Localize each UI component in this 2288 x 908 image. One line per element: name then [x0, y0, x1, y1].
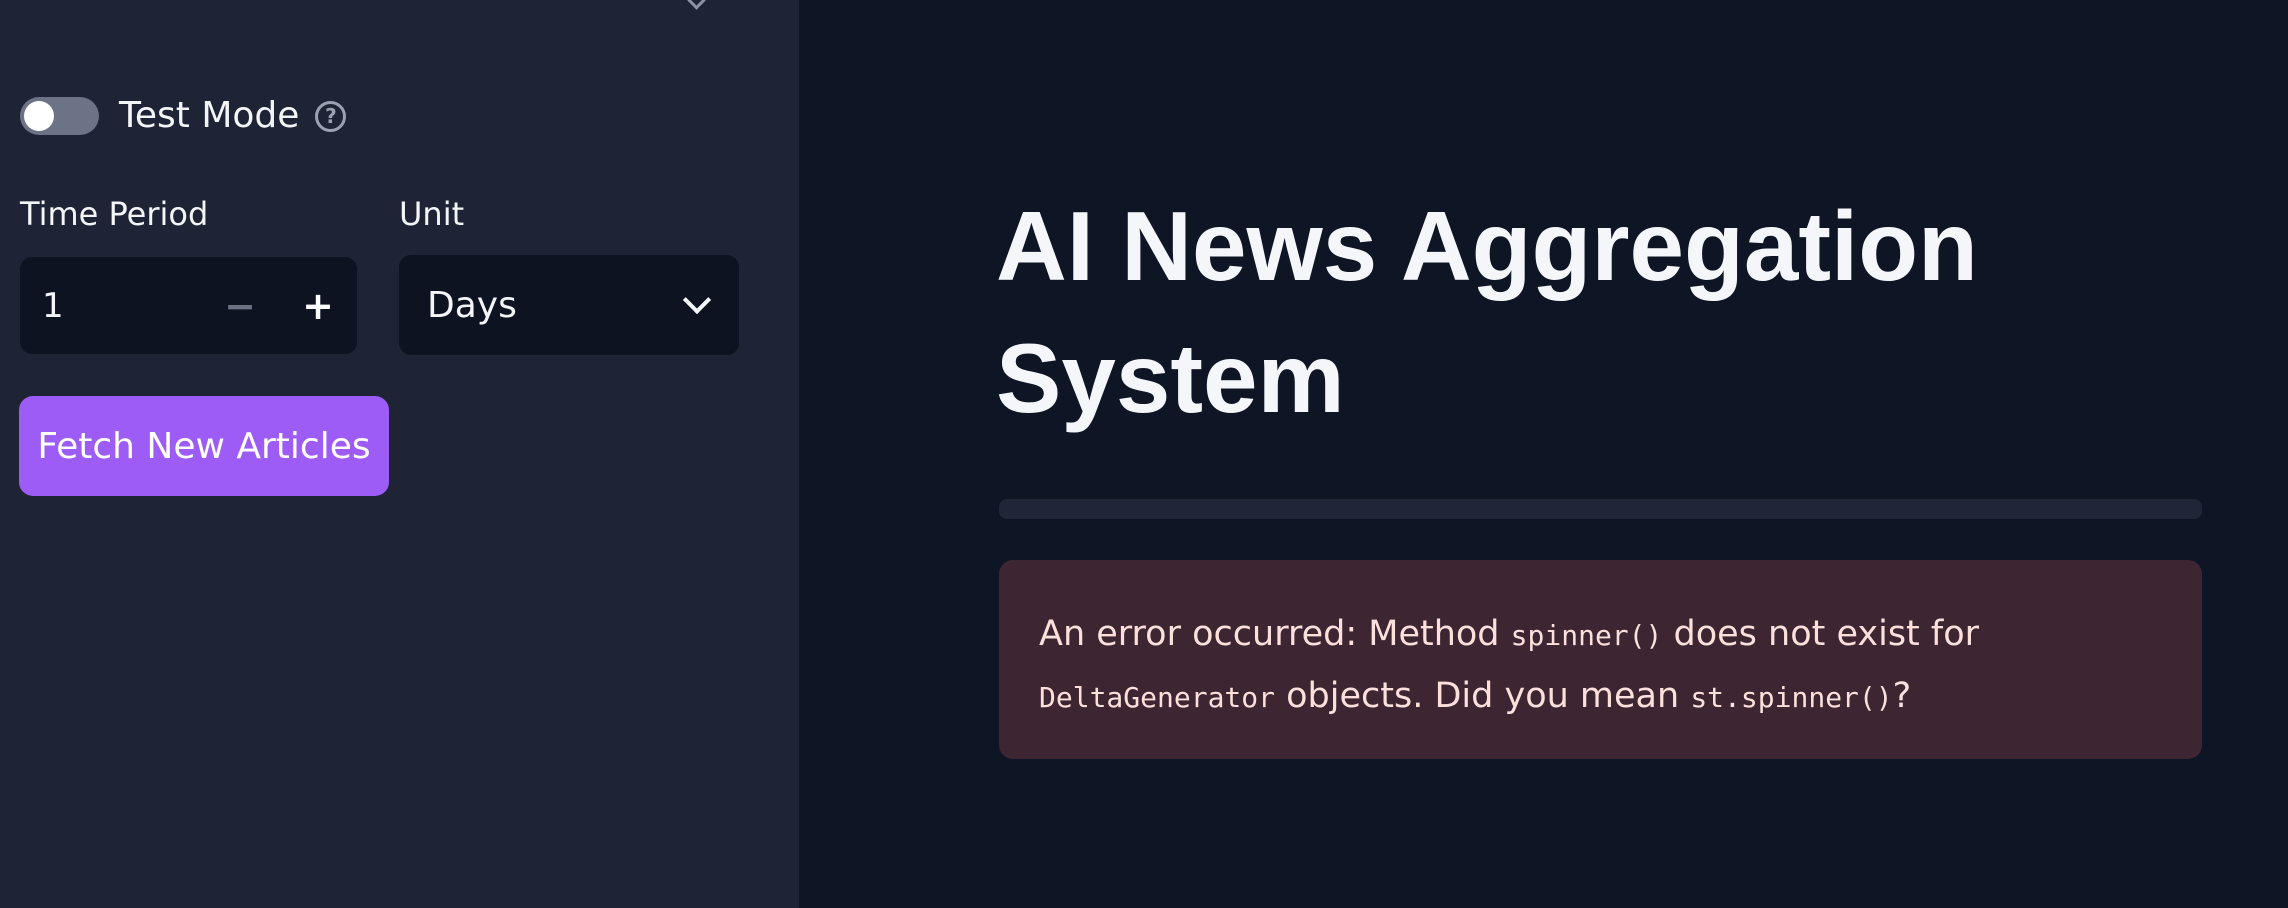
error-alert: An error occurred: Method spinner() does… — [999, 560, 2202, 759]
error-text-prefix: An error occurred: Method — [1039, 614, 1511, 654]
unit-select[interactable]: Days — [399, 255, 739, 355]
unit-selected-value: Days — [427, 284, 517, 326]
time-period-label: Time Period — [20, 195, 209, 233]
error-text-suffix: ? — [1892, 676, 1912, 716]
error-code-st-spinner: st.spinner() — [1690, 681, 1893, 714]
test-mode-row: Test Mode ? — [20, 90, 347, 142]
test-mode-label: Test Mode — [119, 95, 300, 136]
sidebar-collapse-chevron-icon[interactable] — [687, 0, 706, 10]
test-mode-toggle[interactable] — [20, 97, 99, 135]
main-content: AI News Aggregation System An error occu… — [799, 0, 2288, 908]
app-window: Test Mode ? Time Period Unit 1 − + Days … — [0, 0, 2288, 908]
decrement-button[interactable]: − — [201, 257, 279, 354]
divider — [999, 499, 2202, 519]
page-title: AI News Aggregation System — [996, 191, 1978, 433]
sidebar: Test Mode ? Time Period Unit 1 − + Days … — [0, 0, 799, 908]
time-period-number-input: 1 − + — [20, 257, 357, 354]
question-circle-icon[interactable]: ? — [315, 100, 347, 132]
error-code-spinner: spinner() — [1510, 619, 1663, 652]
increment-button[interactable]: + — [279, 257, 357, 354]
toggle-knob — [24, 101, 54, 131]
error-code-deltagenerator: DeltaGenerator — [1039, 681, 1276, 714]
chevron-down-icon — [682, 285, 712, 315]
error-text-mid1: does not exist for — [1662, 614, 1980, 654]
unit-label: Unit — [399, 195, 465, 233]
error-text-mid2: objects. Did you mean — [1275, 676, 1691, 716]
fetch-new-articles-button[interactable]: Fetch New Articles — [19, 396, 389, 496]
time-period-value[interactable]: 1 — [20, 286, 201, 326]
